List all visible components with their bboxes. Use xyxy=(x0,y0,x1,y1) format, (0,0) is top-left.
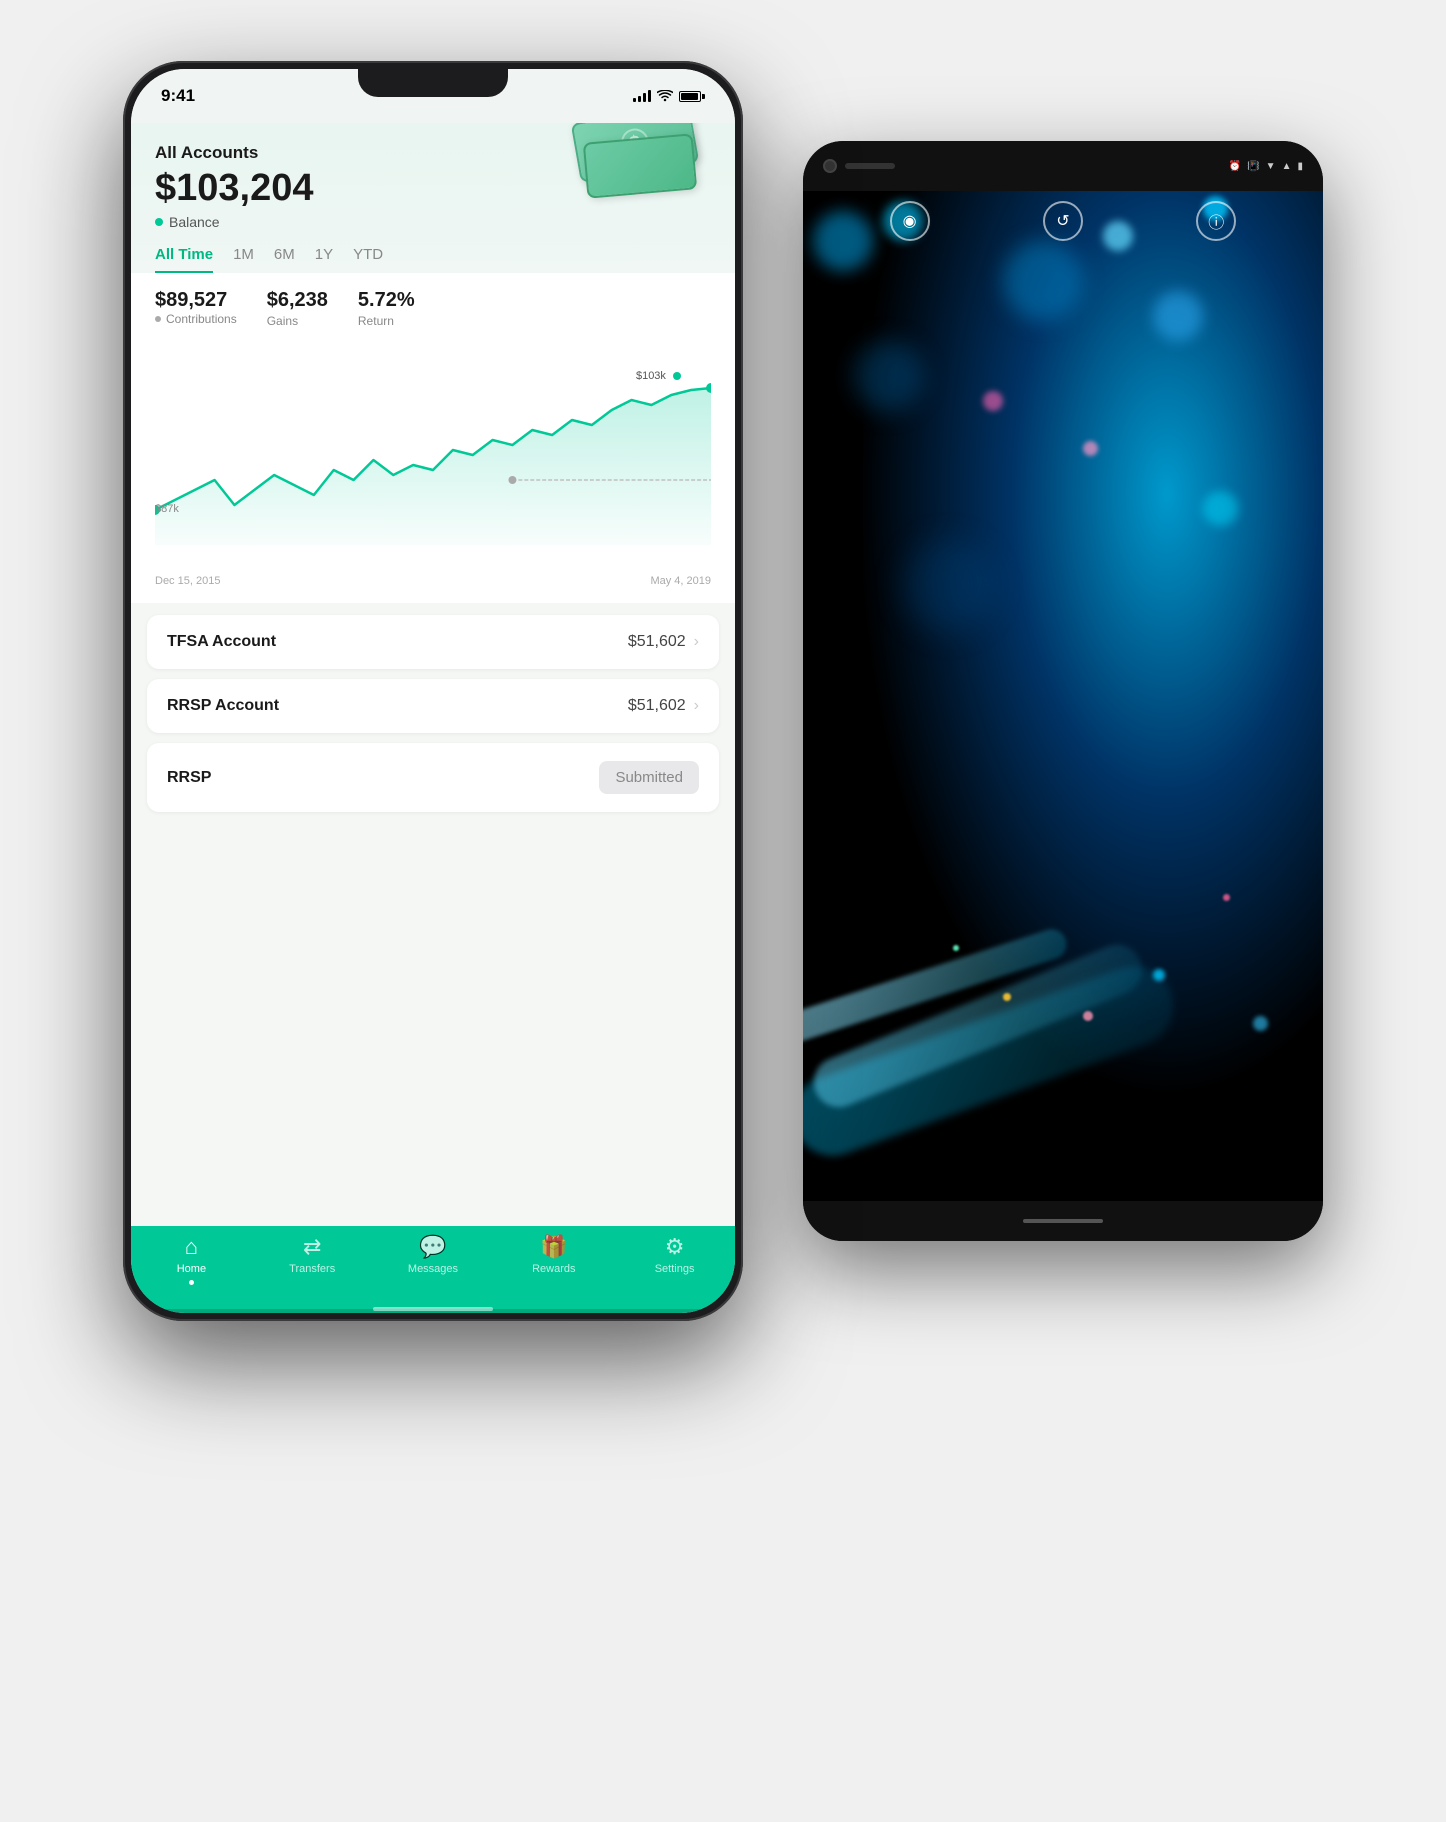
settings-tab-label: Settings xyxy=(655,1263,695,1275)
scene: ⏰ 📳 ▼ ▲ ▮ xyxy=(123,61,1323,1761)
battery-icon xyxy=(679,91,705,102)
tfsa-account-card[interactable]: TFSA Account $51,602 › xyxy=(147,615,719,669)
android-camera-area xyxy=(823,159,895,173)
android-screen: ◉ ↺ ⓘ xyxy=(803,191,1323,1201)
ios-time: 9:41 xyxy=(161,86,195,106)
android-battery-icon: ▮ xyxy=(1297,161,1303,172)
android-signal-icon: ▲ xyxy=(1282,161,1292,172)
tab-home[interactable]: ⌂ Home xyxy=(161,1234,221,1285)
android-vibrate-icon: 📳 xyxy=(1247,161,1259,172)
rewards-icon: 🎁 xyxy=(540,1234,567,1260)
contributions-label: Contributions xyxy=(166,312,237,326)
ios-inner-screen: 9:41 xyxy=(131,69,735,1313)
money-illustration xyxy=(575,123,715,213)
messages-tab-label: Messages xyxy=(408,1263,458,1275)
android-status-bar: ⏰ 📳 ▼ ▲ ▮ xyxy=(803,141,1323,191)
return-stat: 5.72% Return xyxy=(358,289,415,330)
gains-label: Gains xyxy=(267,314,298,328)
messages-icon: 💬 xyxy=(419,1234,446,1260)
rrsp-pending-card[interactable]: RRSP Submitted xyxy=(147,743,719,812)
tfsa-account-name: TFSA Account xyxy=(167,633,276,651)
rrsp-chevron-icon: › xyxy=(694,697,699,715)
submitted-label: Submitted xyxy=(615,769,683,786)
android-history-icon[interactable]: ↺ xyxy=(1043,201,1083,241)
rrsp-account-card[interactable]: RRSP Account $51,602 › xyxy=(147,679,719,733)
tab-settings[interactable]: ⚙ Settings xyxy=(645,1234,705,1275)
tfsa-chevron-icon: › xyxy=(694,633,699,651)
balance-label: Balance xyxy=(169,214,220,230)
contributions-stat: $89,527 Contributions xyxy=(155,289,237,330)
tab-all-time[interactable]: All Time xyxy=(155,246,213,273)
rrsp-pending-name: RRSP xyxy=(167,769,211,787)
ios-phone: 9:41 xyxy=(123,61,743,1321)
balance-label-row: Balance xyxy=(155,214,711,230)
return-label: Return xyxy=(358,314,394,328)
chart-high-label: $103k xyxy=(636,370,681,382)
contributions-label-row: Contributions xyxy=(155,312,237,326)
tab-transfers[interactable]: ⇄ Transfers xyxy=(282,1234,342,1275)
ios-scrollable-content[interactable]: $89,527 Contributions $6,238 Gains xyxy=(131,273,735,1226)
android-camera xyxy=(823,159,837,173)
contributions-value: $89,527 xyxy=(155,289,237,312)
android-info-icon[interactable]: ⓘ xyxy=(1196,201,1236,241)
contributions-dot xyxy=(155,316,161,322)
rewards-tab-label: Rewards xyxy=(532,1263,575,1275)
portfolio-chart xyxy=(155,350,711,550)
tab-6m[interactable]: 6M xyxy=(274,246,295,273)
android-phone: ⏰ 📳 ▼ ▲ ▮ xyxy=(803,141,1323,1241)
ios-tab-bar: ⌂ Home ⇄ Transfers 💬 Messages 🎁 Rew xyxy=(131,1226,735,1309)
android-eye-icon[interactable]: ◉ xyxy=(890,201,930,241)
home-icon: ⌂ xyxy=(185,1234,198,1260)
android-bottom-bar xyxy=(803,1201,1323,1241)
gains-value: $6,238 xyxy=(267,289,328,312)
android-background: ◉ ↺ ⓘ xyxy=(803,191,1323,1201)
chart-end-date: May 4, 2019 xyxy=(650,575,711,587)
rrsp-account-name: RRSP Account xyxy=(167,697,279,715)
chart-dates: Dec 15, 2015 May 4, 2019 xyxy=(131,575,735,603)
ios-status-icons xyxy=(633,90,705,102)
tfsa-account-value: $51,602 xyxy=(628,633,686,651)
rrsp-account-right: $51,602 › xyxy=(628,697,699,715)
tfsa-account-right: $51,602 › xyxy=(628,633,699,651)
transfers-tab-label: Transfers xyxy=(289,1263,335,1275)
home-bar xyxy=(373,1307,493,1311)
chart-low-label: $87k xyxy=(155,503,179,515)
android-alarm-icon: ⏰ xyxy=(1229,161,1241,172)
tab-messages[interactable]: 💬 Messages xyxy=(403,1234,463,1275)
gains-stat: $6,238 Gains xyxy=(267,289,328,330)
tab-rewards[interactable]: 🎁 Rewards xyxy=(524,1234,584,1275)
submitted-badge: Submitted xyxy=(599,761,699,794)
android-wifi-icon: ▼ xyxy=(1266,161,1276,172)
ios-status-bar: 9:41 xyxy=(131,69,735,123)
stats-section: $89,527 Contributions $6,238 Gains xyxy=(131,273,735,340)
rrsp-account-value: $51,602 xyxy=(628,697,686,715)
ios-header: All Accounts $103,204 Balance All Time 1… xyxy=(131,123,735,273)
settings-icon: ⚙ xyxy=(665,1234,685,1260)
money-bill-back xyxy=(583,133,697,198)
home-tab-label: Home xyxy=(177,1263,206,1275)
ios-screen: All Accounts $103,204 Balance All Time 1… xyxy=(131,123,735,1313)
time-tabs: All Time 1M 6M 1Y YTD xyxy=(155,246,711,273)
tab-ytd[interactable]: YTD xyxy=(353,246,383,273)
transfers-icon: ⇄ xyxy=(303,1234,321,1260)
accounts-section: TFSA Account $51,602 › RRSP Account $51,… xyxy=(131,603,735,834)
tab-1m[interactable]: 1M xyxy=(233,246,254,273)
ios-notch xyxy=(358,69,508,97)
android-home-bar-indicator xyxy=(1023,1219,1103,1223)
android-speaker xyxy=(845,163,895,169)
signal-bars-icon xyxy=(633,90,651,102)
return-value: 5.72% xyxy=(358,289,415,312)
balance-green-dot xyxy=(155,218,163,226)
home-tab-dot xyxy=(189,1280,194,1285)
ios-home-indicator xyxy=(131,1309,735,1313)
android-status-icons: ⏰ 📳 ▼ ▲ ▮ xyxy=(1229,161,1303,172)
wifi-icon xyxy=(657,90,673,102)
chart-area: $103k xyxy=(131,340,735,575)
stats-row: $89,527 Contributions $6,238 Gains xyxy=(155,289,711,340)
android-overlay-icons: ◉ ↺ ⓘ xyxy=(803,201,1323,241)
chart-step-dot xyxy=(508,476,516,484)
chart-start-date: Dec 15, 2015 xyxy=(155,575,220,587)
tab-1y[interactable]: 1Y xyxy=(315,246,333,273)
